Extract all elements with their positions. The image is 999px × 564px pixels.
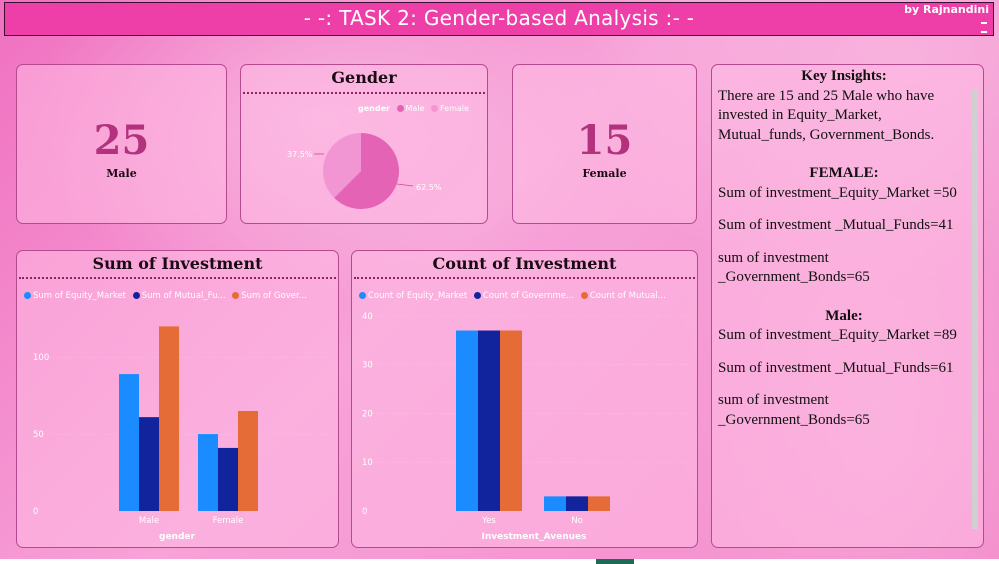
count-bar[interactable] <box>500 330 522 511</box>
dash-icon <box>981 31 987 33</box>
insights-title: Key Insights: <box>801 68 887 84</box>
male-count-label: Male <box>106 167 137 180</box>
x-tick-label: Female <box>213 516 244 526</box>
count-bar[interactable] <box>588 496 610 511</box>
y-tick-label: 0 <box>362 507 367 517</box>
insights-text: Key Insights: There are 15 and 25 Male w… <box>718 67 970 430</box>
sum-bar[interactable] <box>238 411 258 511</box>
insights-intro: There are 15 and 25 Male who have invest… <box>718 87 935 143</box>
male-heading: Male: <box>825 307 863 324</box>
female-pct-label: 37.5% <box>287 150 313 159</box>
female-line: Sum of investment_Equity_Market =50 <box>718 184 957 201</box>
male-line: sum of investment _Government_Bonds=65 <box>718 392 870 428</box>
count-bar[interactable] <box>456 330 478 511</box>
title-bar: - -: TASK 2: Gender-based Analysis :- - … <box>4 2 994 36</box>
sum-bar[interactable] <box>218 447 238 511</box>
count-bar[interactable] <box>478 330 500 511</box>
female-count-label: Female <box>582 167 627 180</box>
scrollbar-thumb[interactable] <box>972 89 978 529</box>
sum-bar[interactable] <box>119 374 139 511</box>
gender-pie-card[interactable]: Gender gender Male Female 37.5% 62.5% <box>240 64 488 224</box>
y-tick-label: 100 <box>33 353 49 363</box>
male-line: Sum of investment _Mutual_Funds=61 <box>718 359 954 376</box>
sum-chart-xlabel: gender <box>159 532 196 542</box>
female-count-value: 15 <box>576 117 633 164</box>
x-tick-label: Yes <box>481 516 496 526</box>
sum-bar-chart: gender 0 50 100 Male Female <box>33 326 332 542</box>
female-line: Sum of investment _Mutual_Funds=41 <box>718 217 954 233</box>
page-tabs-bar <box>0 559 999 564</box>
male-leader-line <box>396 183 414 187</box>
sum-investment-card[interactable]: Sum of Investment Sum of Equity_Market S… <box>16 250 339 548</box>
count-bar[interactable] <box>566 496 588 511</box>
author-label: by Rajnandini <box>904 3 989 16</box>
female-line: sum of investment _Government_Bonds=65 <box>718 249 870 286</box>
sum-bar[interactable] <box>139 417 159 511</box>
sum-bar[interactable] <box>159 326 179 511</box>
x-tick-label: No <box>571 516 583 526</box>
male-line: Sum of investment_Equity_Market =89 <box>718 327 957 343</box>
male-count-value: 25 <box>93 117 150 164</box>
y-tick-label: 10 <box>362 458 373 468</box>
page-tab-active[interactable] <box>596 559 634 564</box>
female-heading: FEMALE: <box>809 165 879 181</box>
y-tick-label: 0 <box>33 507 38 517</box>
female-count-card[interactable]: 15 Female <box>512 64 697 224</box>
x-tick-label: Male <box>139 516 159 526</box>
count-bar-chart: Investment_Avenues 0 10 20 30 40 Yes No <box>362 312 692 542</box>
key-insights-card[interactable]: Key Insights: There are 15 and 25 Male w… <box>711 64 984 548</box>
dash-icon <box>981 22 987 24</box>
y-tick-label: 40 <box>362 312 373 322</box>
sum-bar[interactable] <box>198 434 218 511</box>
male-count-card[interactable]: 25 Male <box>16 64 227 224</box>
count-bar[interactable] <box>544 496 566 511</box>
y-tick-label: 30 <box>362 361 373 371</box>
y-tick-label: 20 <box>362 409 373 419</box>
count-investment-card[interactable]: Count of Investment Count of Equity_Mark… <box>351 250 698 548</box>
male-pct-label: 62.5% <box>416 183 442 192</box>
y-tick-label: 50 <box>33 430 44 440</box>
gender-pie-svg: 37.5% 62.5% <box>287 133 442 209</box>
count-chart-xlabel: Investment_Avenues <box>482 532 587 542</box>
page-title: - -: TASK 2: Gender-based Analysis :- - <box>303 6 695 30</box>
